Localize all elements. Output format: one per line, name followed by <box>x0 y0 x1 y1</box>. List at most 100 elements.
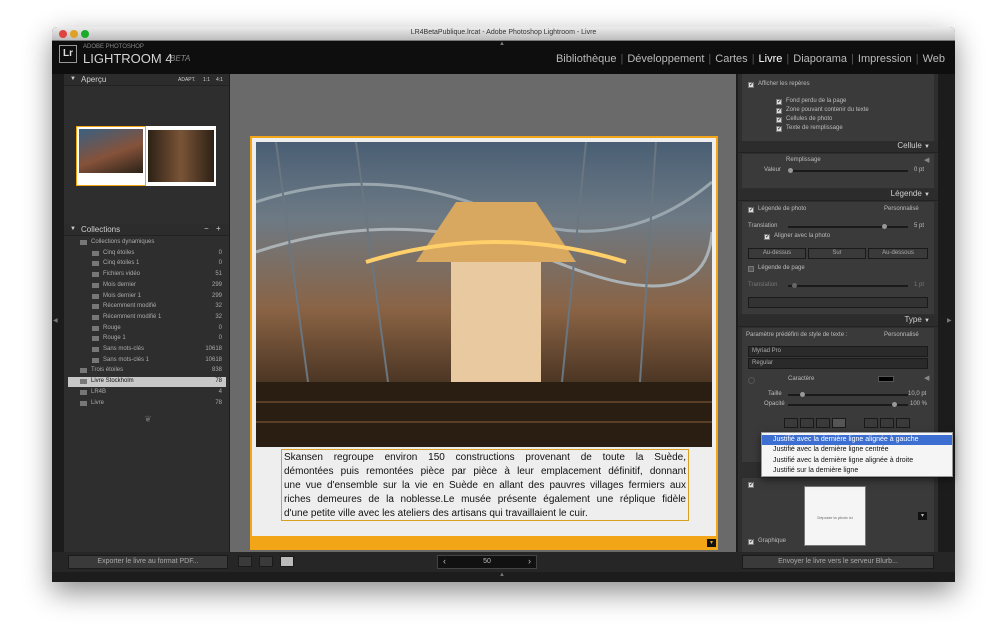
collection-item[interactable]: Sans mots-clés 1 10618 <box>68 356 226 366</box>
zoom-adapt[interactable]: ADAPT. <box>178 77 196 83</box>
collection-item[interactable]: Livre Stockholm 78 <box>68 377 226 388</box>
vertical-bottom-button[interactable] <box>896 418 910 428</box>
align-with-photo-checkbox[interactable]: ✓ <box>764 234 770 240</box>
export-pdf-button[interactable]: Exporter le livre au format PDF... <box>68 555 228 569</box>
add-collection-button[interactable]: + <box>216 224 221 233</box>
guide-filler-text-checkbox[interactable]: ✓ <box>776 126 782 132</box>
padding-slider-knob[interactable] <box>788 168 793 173</box>
padding-slider[interactable] <box>788 170 908 172</box>
translation-slider-knob[interactable] <box>882 224 887 229</box>
right-panel-toggle-icon[interactable]: ▶ <box>947 317 952 324</box>
collection-item[interactable]: Rouge 0 <box>68 324 226 334</box>
background-menu-icon[interactable]: ▾ <box>918 512 927 520</box>
show-guides-checkbox[interactable]: ✓ <box>748 82 754 88</box>
caption-position-below[interactable]: Au-dessous <box>868 248 928 259</box>
module-bibliotheque[interactable]: Bibliothèque <box>552 53 621 65</box>
caption-position-above[interactable]: Au-dessus <box>748 248 806 259</box>
translation-value: 5 pt <box>914 223 925 229</box>
collection-name: Récemment modifié <box>103 303 157 310</box>
caption-position-over[interactable]: Sur <box>808 248 866 259</box>
menu-item-justify-1[interactable]: Justifié avec la dernière ligne centrée <box>762 445 952 455</box>
page-options-menu-icon[interactable]: ▾ <box>707 539 716 547</box>
page-caption-position[interactable] <box>748 297 928 308</box>
collection-item[interactable]: Sans mots-clés 10618 <box>68 345 226 355</box>
remove-collection-button[interactable]: − <box>204 224 209 233</box>
photo-caption-label: Légende de photo <box>758 206 807 212</box>
graphic-checkbox[interactable]: ✓ <box>748 539 754 545</box>
collection-item[interactable]: Fichiers vidéo 51 <box>68 270 226 280</box>
filmstrip-toggle-icon[interactable]: ▲ <box>499 572 505 578</box>
page-translation-slider-knob[interactable] <box>792 283 797 288</box>
photo-caption-checkbox[interactable]: ✓ <box>748 207 754 213</box>
justify-button[interactable] <box>832 418 846 428</box>
collection-item[interactable]: Cinq étoiles 0 <box>68 249 226 259</box>
module-impression[interactable]: Impression <box>854 53 916 65</box>
collection-item[interactable]: Récemment modifié 1 32 <box>68 313 226 323</box>
zoom-4-1[interactable]: 4:1 <box>216 77 223 83</box>
font-style-select[interactable]: Regular <box>748 358 928 369</box>
module-web[interactable]: Web <box>919 53 949 65</box>
collection-item[interactable]: LR4B 4 <box>68 388 226 398</box>
page-caption-checkbox[interactable] <box>748 266 754 272</box>
spread-view-button[interactable] <box>259 556 273 567</box>
guide-bleed-checkbox[interactable]: ✓ <box>776 99 782 105</box>
next-page-icon[interactable]: › <box>528 556 531 566</box>
size-slider-knob[interactable] <box>800 392 805 397</box>
text-style-preset-value[interactable]: Personnalisé <box>884 332 919 338</box>
align-center-button[interactable] <box>800 418 814 428</box>
character-color-picker-icon[interactable] <box>748 377 755 384</box>
collections-panel-header[interactable]: ▼ Collections − + <box>64 224 229 236</box>
background-checkbox[interactable]: ✓ <box>748 482 754 488</box>
collection-item[interactable]: Mois dernier 299 <box>68 281 226 291</box>
collection-item[interactable]: Rouge 1 0 <box>68 334 226 344</box>
guide-photo-cells-checkbox[interactable]: ✓ <box>776 117 782 123</box>
menu-item-justify-2[interactable]: Justifié avec la dernière ligne alignée … <box>762 456 952 466</box>
caption-text-box[interactable]: Skansen regroupe environ 150 constructio… <box>281 449 689 521</box>
collection-item[interactable]: Cinq étoiles 1 0 <box>68 259 226 269</box>
page-spread: Skansen regroupe environ 150 constructio… <box>250 136 718 550</box>
collection-item[interactable]: Trois étoiles 838 <box>68 366 226 376</box>
cell-panel-header[interactable]: Cellule ▼ <box>738 141 938 153</box>
photo-drop-zone[interactable]: Déposer la photo ici <box>804 486 866 546</box>
align-left-button[interactable] <box>784 418 798 428</box>
caption-panel-header[interactable]: Légende ▼ <box>738 189 938 201</box>
collection-icon <box>92 325 99 331</box>
page-translation-slider[interactable] <box>788 285 908 287</box>
collection-item[interactable]: Mois dernier 1 299 <box>68 292 226 302</box>
module-developpement[interactable]: Développement <box>623 53 708 65</box>
padding-arrow-icon[interactable]: ◀ <box>924 156 929 164</box>
translation-slider[interactable] <box>788 226 908 228</box>
character-arrow-icon[interactable]: ◀ <box>924 374 929 382</box>
menu-item-justify-3[interactable]: Justifié sur la dernière ligne <box>762 466 952 476</box>
left-panel-toggle-icon[interactable]: ◀ <box>53 317 58 324</box>
collapse-triangle-icon: ▼ <box>70 226 76 232</box>
single-page-view-button[interactable] <box>280 556 294 567</box>
window-title: LR4BetaPublique.lrcat - Adobe Photoshop … <box>410 29 597 36</box>
top-panel-toggle-icon[interactable]: ▲ <box>499 41 505 47</box>
module-cartes[interactable]: Cartes <box>711 53 751 65</box>
photo-caption-mode[interactable]: Personnalisé <box>884 206 919 212</box>
module-diaporama[interactable]: Diaporama <box>789 53 851 65</box>
send-to-blurb-button[interactable]: Envoyer le livre vers le serveur Blurb..… <box>742 555 934 569</box>
guide-text-area-checkbox[interactable]: ✓ <box>776 108 782 114</box>
size-slider[interactable] <box>788 394 908 396</box>
character-color-swatch[interactable] <box>878 376 894 382</box>
type-panel-header[interactable]: Type ▼ <box>738 315 938 327</box>
preview-panel-header[interactable]: ▼ Aperçu ADAPT. 1:1 4:1 <box>64 74 229 86</box>
collection-item[interactable]: Récemment modifié 32 <box>68 302 226 312</box>
align-right-button[interactable] <box>816 418 830 428</box>
collection-icon <box>80 379 87 385</box>
menu-item-justify-0[interactable]: Justifié avec la dernière ligne alignée … <box>762 435 952 445</box>
caption-line: riches demeures de la noblesse.Le musée … <box>284 494 686 505</box>
collection-item[interactable]: Livre 78 <box>68 399 226 409</box>
module-livre[interactable]: Livre <box>755 53 787 65</box>
opacity-slider[interactable] <box>788 404 908 406</box>
font-family-select[interactable]: Myriad Pro <box>748 346 928 357</box>
vertical-top-button[interactable] <box>864 418 878 428</box>
collection-item[interactable]: Collections dynamiques <box>68 238 226 248</box>
vertical-center-button[interactable] <box>880 418 894 428</box>
multi-page-view-button[interactable] <box>238 556 252 567</box>
opacity-slider-knob[interactable] <box>892 402 897 407</box>
photo-cell[interactable] <box>256 142 712 447</box>
zoom-1-1[interactable]: 1:1 <box>203 77 210 83</box>
